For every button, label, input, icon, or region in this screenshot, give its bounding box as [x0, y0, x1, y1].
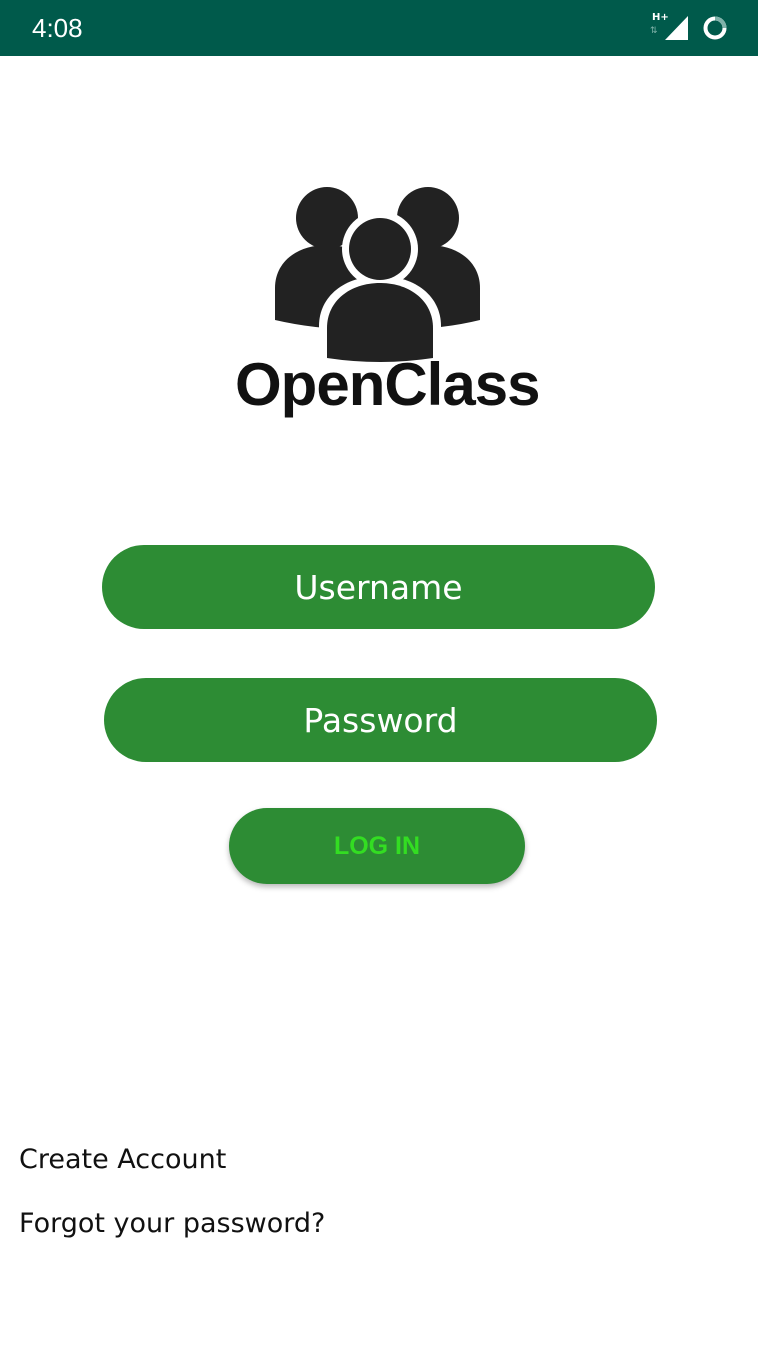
status-icons: H+ ⇅ [650, 12, 728, 42]
network-type-icon: H+ ⇅ [650, 12, 669, 42]
login-button[interactable]: LOG IN [229, 808, 525, 884]
password-field[interactable]: Password [104, 678, 657, 762]
status-bar: 4:08 H+ ⇅ [0, 0, 758, 56]
create-account-link[interactable]: Create Account [19, 1144, 226, 1175]
username-field[interactable]: Username [102, 545, 655, 629]
status-time: 4:08 [32, 13, 83, 43]
data-arrows-icon: ⇅ [650, 26, 658, 36]
people-group-icon [275, 187, 480, 366]
loading-ring-icon [703, 16, 727, 40]
logo-text: OpenClass [235, 351, 540, 418]
forgot-password-link[interactable]: Forgot your password? [19, 1208, 325, 1239]
network-type-label: H+ [652, 12, 669, 23]
app-logo: OpenClass [235, 180, 540, 425]
